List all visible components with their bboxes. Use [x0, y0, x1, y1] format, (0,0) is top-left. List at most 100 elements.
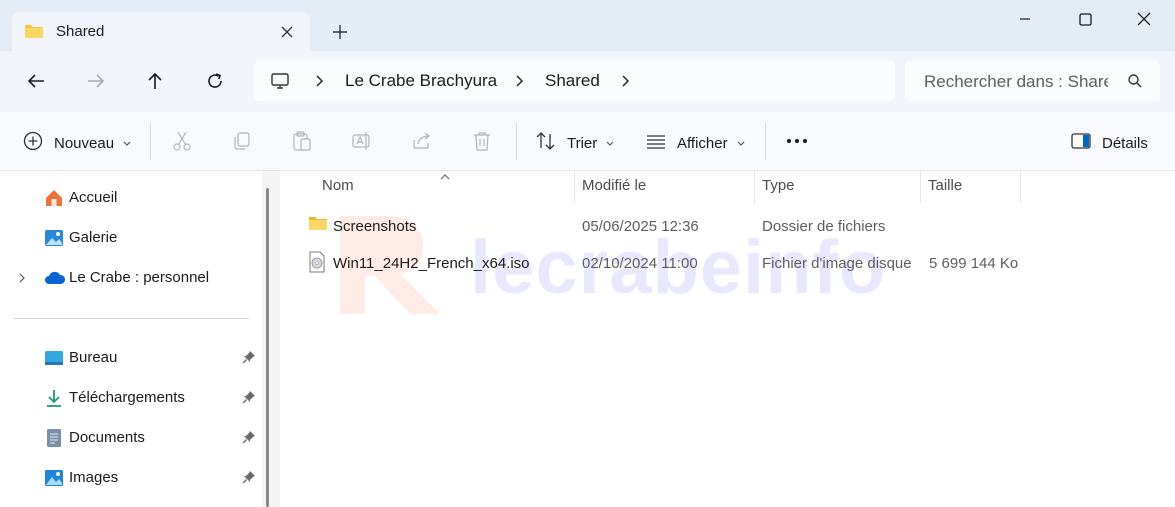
- column-header-size[interactable]: Taille: [928, 177, 962, 194]
- breadcrumb-item[interactable]: Shared: [545, 71, 600, 91]
- command-bar: Nouveau Trier Afficher Détails: [0, 112, 1175, 171]
- file-size: 5 699 144 Ko: [929, 255, 1019, 272]
- minimize-icon[interactable]: [1002, 6, 1048, 34]
- new-label: Nouveau: [54, 135, 115, 152]
- plus-circle-icon: [22, 130, 44, 157]
- table-row[interactable]: Win11_24H2_French_x64.iso 02/10/2024 11:…: [298, 248, 1158, 278]
- navigation-pane: Accueil Galerie Le Crabe : personnel Bur…: [0, 171, 262, 507]
- tab-shared[interactable]: Shared: [12, 12, 310, 51]
- chevron-down-icon: [605, 135, 615, 153]
- sidebar-item-label: Images: [69, 469, 119, 486]
- chevron-down-icon: [122, 135, 132, 153]
- gallery-icon: [44, 228, 64, 248]
- column-header-type[interactable]: Type: [762, 177, 795, 194]
- details-label: Détails: [1102, 135, 1148, 152]
- pin-icon[interactable]: [242, 350, 256, 369]
- sidebar-item-label: Téléchargements: [69, 389, 185, 406]
- column-separator[interactable]: [754, 171, 755, 203]
- column-header-modified[interactable]: Modifié le: [582, 177, 646, 194]
- pin-icon[interactable]: [242, 470, 256, 489]
- paste-icon[interactable]: [291, 130, 313, 152]
- cut-icon[interactable]: [171, 130, 193, 152]
- chevron-down-icon: [736, 135, 746, 153]
- file-type: Dossier de fichiers: [762, 218, 886, 235]
- onedrive-cloud-icon: [44, 268, 66, 288]
- close-icon[interactable]: [278, 23, 296, 41]
- details-pane-icon: [1070, 130, 1092, 157]
- chevron-right-icon[interactable]: [512, 73, 526, 89]
- tab-title: Shared: [56, 23, 105, 40]
- sort-ascending-icon: [439, 168, 451, 186]
- disc-image-icon: [308, 251, 326, 278]
- column-separator[interactable]: [1020, 171, 1021, 203]
- file-name: Win11_24H2_French_x64.iso: [333, 255, 530, 272]
- refresh-icon[interactable]: [203, 69, 227, 93]
- details-button[interactable]: Détails: [1070, 130, 1148, 157]
- file-modified: 02/10/2024 11:00: [582, 255, 698, 272]
- address-bar[interactable]: Le Crabe Brachyura Shared: [254, 61, 895, 101]
- address-row: Le Crabe Brachyura Shared Rechercher dan…: [0, 51, 1175, 112]
- search-input[interactable]: Rechercher dans : Shared: [905, 61, 1160, 101]
- share-icon[interactable]: [411, 130, 433, 152]
- plus-icon[interactable]: [330, 22, 350, 42]
- pin-icon[interactable]: [242, 430, 256, 449]
- rename-icon[interactable]: [351, 130, 373, 152]
- sort-label: Trier: [567, 135, 598, 152]
- sidebar-item-label: Galerie: [69, 229, 118, 246]
- sidebar-scrollbar[interactable]: [266, 188, 269, 507]
- more-options-icon[interactable]: [785, 134, 807, 156]
- folder-icon: [308, 214, 328, 237]
- close-icon[interactable]: [1120, 6, 1166, 34]
- sidebar-item-label: Documents: [69, 429, 145, 446]
- back-arrow-icon[interactable]: [24, 69, 48, 93]
- search-placeholder: Rechercher dans : Shared: [924, 72, 1108, 91]
- column-header-name[interactable]: Nom: [322, 177, 354, 194]
- chevron-right-icon[interactable]: [618, 73, 632, 89]
- toolbar-divider: [765, 122, 766, 160]
- folder-icon: [24, 22, 44, 45]
- sidebar-item-label: Bureau: [69, 349, 118, 366]
- table-row[interactable]: Screenshots 05/06/2025 12:36 Dossier de …: [298, 211, 1158, 241]
- toolbar-divider: [516, 122, 517, 160]
- delete-icon[interactable]: [471, 130, 493, 152]
- copy-icon[interactable]: [231, 130, 253, 152]
- sort-button[interactable]: Trier: [535, 130, 615, 157]
- pin-icon[interactable]: [242, 390, 256, 409]
- view-list-icon: [645, 130, 667, 157]
- home-icon: [44, 188, 64, 208]
- sidebar-item-images[interactable]: Images: [0, 462, 262, 494]
- chevron-right-icon[interactable]: [17, 271, 27, 289]
- search-icon[interactable]: [1127, 73, 1143, 94]
- sidebar-item-galerie[interactable]: Galerie: [0, 222, 262, 254]
- forward-arrow-icon[interactable]: [84, 69, 108, 93]
- toolbar-divider: [150, 122, 151, 160]
- file-list: lecrabeinfo Nom Modifié le Type Taille S…: [280, 171, 1175, 507]
- sidebar-scroll-gutter: [262, 171, 280, 507]
- sidebar-item-documents[interactable]: Documents: [0, 422, 262, 454]
- sidebar-divider: [14, 318, 249, 319]
- maximize-icon[interactable]: [1062, 6, 1108, 34]
- file-name: Screenshots: [333, 218, 417, 235]
- desktop-icon: [44, 348, 64, 368]
- file-explorer-window: Shared Le Crabe Brachyura Shared Recherc…: [0, 0, 1175, 507]
- view-button[interactable]: Afficher: [645, 130, 746, 157]
- sidebar-item-accueil[interactable]: Accueil: [0, 182, 262, 214]
- sidebar-item-telechargements[interactable]: Téléchargements: [0, 382, 262, 414]
- chevron-right-icon[interactable]: [312, 73, 326, 89]
- view-label: Afficher: [677, 135, 728, 152]
- up-arrow-icon[interactable]: [143, 69, 167, 93]
- sidebar-item-onedrive[interactable]: Le Crabe : personnel: [0, 262, 262, 294]
- sidebar-item-label: Accueil: [69, 189, 118, 206]
- monitor-icon[interactable]: [270, 71, 290, 96]
- breadcrumb-item[interactable]: Le Crabe Brachyura: [345, 71, 497, 91]
- file-modified: 05/06/2025 12:36: [582, 218, 699, 235]
- file-type: Fichier d'image disque: [762, 255, 912, 272]
- sort-icon: [535, 130, 557, 157]
- column-separator[interactable]: [920, 171, 921, 203]
- images-icon: [44, 468, 64, 488]
- column-separator[interactable]: [574, 171, 575, 203]
- sidebar-item-bureau[interactable]: Bureau: [0, 342, 262, 374]
- new-button[interactable]: Nouveau: [22, 130, 132, 157]
- sidebar-item-label: Le Crabe : personnel: [69, 269, 210, 286]
- document-icon: [44, 428, 64, 448]
